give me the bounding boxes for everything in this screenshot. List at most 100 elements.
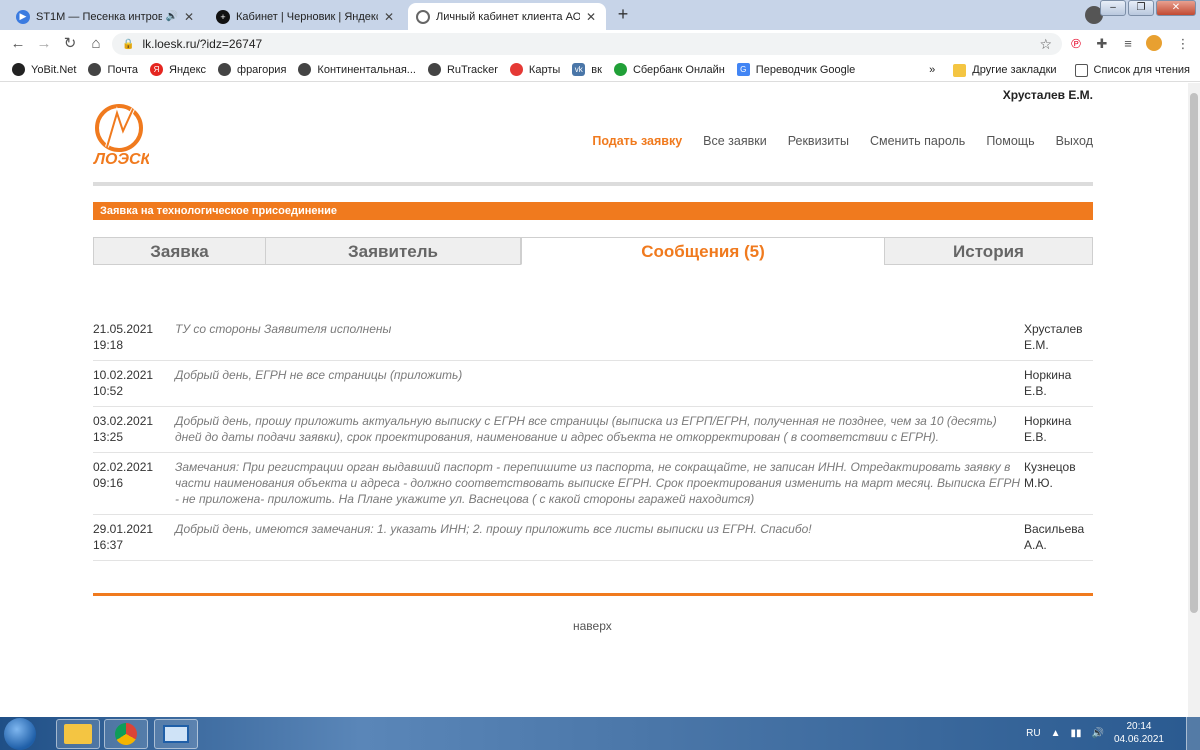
plus-circle-icon: +: [216, 9, 230, 24]
message-row: 02.02.2021 09:16 Замечания: При регистра…: [93, 453, 1093, 515]
tab-messages[interactable]: Сообщения (5): [521, 237, 885, 265]
bookmark-label: Карты: [528, 63, 561, 76]
network-icon[interactable]: ▮▮: [1070, 728, 1081, 739]
message-time: 16:37: [93, 538, 124, 552]
author-lastname: Кузнецов: [1024, 460, 1076, 474]
speaker-icon[interactable]: 🔊: [166, 11, 178, 22]
bookmark-yandex[interactable]: Я Яндекс: [150, 63, 206, 76]
forward-arrow-icon[interactable]: →: [34, 34, 54, 54]
map-pin-icon: [509, 63, 523, 76]
author-lastname: Васильева: [1024, 522, 1085, 536]
maximize-icon[interactable]: ❐: [1128, 0, 1154, 16]
bookmarks-overflow-icon[interactable]: »: [929, 64, 935, 76]
windows-taskbar: RU ▲ ▮▮ 🔊 20:14 04.06.2021: [0, 717, 1200, 750]
home-icon[interactable]: ⌂: [86, 34, 106, 54]
language-indicator[interactable]: RU: [1026, 728, 1040, 739]
message-datetime: 21.05.2021 19:18: [93, 321, 175, 353]
address-text: lk.loesk.ru/?idz=26747: [142, 37, 263, 51]
reload-icon[interactable]: ↻: [60, 34, 80, 54]
message-time: 19:18: [93, 338, 124, 352]
message-row: 03.02.2021 13:25 Добрый день, прошу прил…: [93, 407, 1093, 453]
globe-icon: [427, 63, 441, 76]
browser-tab-3[interactable]: Личный кабинет клиента АО "Л ✕: [408, 3, 606, 30]
clock[interactable]: 20:14 04.06.2021: [1114, 720, 1164, 746]
bookmark-continental[interactable]: Континентальная...: [298, 63, 416, 76]
tab-history[interactable]: История: [884, 237, 1093, 265]
bookmark-other[interactable]: Другие закладки: [953, 63, 1057, 77]
bookmark-yobit[interactable]: YoBit.Net: [12, 63, 76, 76]
nav-change-password[interactable]: Сменить пароль: [870, 134, 965, 148]
message-author: Кузнецов М.Ю.: [1024, 459, 1093, 507]
tab-request[interactable]: Заявка: [93, 237, 266, 265]
address-bar[interactable]: 🔒 lk.loesk.ru/?idz=26747 ☆: [112, 33, 1062, 55]
message-datetime: 29.01.2021 16:37: [93, 521, 175, 553]
bookmark-pochta[interactable]: Почта: [88, 63, 138, 76]
message-text: ТУ со стороны Заявителя исполнены: [175, 322, 392, 336]
media-queue-icon[interactable]: ≡: [1119, 35, 1137, 53]
page-scrollbar[interactable]: [1188, 83, 1200, 717]
bookmark-maps[interactable]: Карты: [509, 63, 561, 76]
tray-arrow-icon[interactable]: ▲: [1051, 728, 1061, 739]
minimize-icon[interactable]: –: [1100, 0, 1126, 16]
request-tabs: Заявка Заявитель Сообщения (5) История: [93, 237, 1093, 265]
message-time: 09:16: [93, 476, 124, 490]
tab-applicant[interactable]: Заявитель: [265, 237, 521, 265]
message-date: 02.02.2021: [93, 460, 154, 474]
vk-icon: vk: [572, 63, 586, 76]
scrollbar-thumb[interactable]: [1190, 93, 1198, 613]
window-taskbar-icon[interactable]: [154, 719, 198, 749]
window-close-icon[interactable]: ✕: [1156, 0, 1196, 16]
section-title-bar: Заявка на технологическое присоединение: [93, 202, 1093, 220]
close-tab-icon[interactable]: ✕: [182, 10, 196, 24]
close-tab-icon[interactable]: ✕: [584, 10, 598, 24]
profile-avatar-icon[interactable]: [1145, 35, 1163, 53]
nav-submit-request[interactable]: Подать заявку: [592, 134, 682, 148]
new-tab-button[interactable]: +: [612, 4, 634, 26]
page-viewport: Хрусталев Е.М. ЛОЭСК Подать заявку Все з…: [0, 83, 1188, 717]
volume-icon[interactable]: 🔊: [1091, 728, 1103, 739]
bookmark-label: YoBit.Net: [31, 63, 77, 76]
bookmark-icon: [12, 63, 25, 76]
author-lastname: Норкина: [1024, 368, 1072, 382]
translate-icon: G: [736, 63, 750, 76]
author-initials: Е.М.: [1024, 338, 1049, 352]
message-date: 10.02.2021: [93, 368, 154, 382]
pinterest-icon[interactable]: ℗: [1067, 35, 1085, 53]
bookmark-label: Другие закладки: [972, 64, 1057, 76]
close-tab-icon[interactable]: ✕: [382, 10, 396, 24]
explorer-taskbar-icon[interactable]: [56, 719, 100, 749]
loesk-logo[interactable]: ЛОЭСК: [93, 101, 151, 169]
nav-all-requests[interactable]: Все заявки: [703, 134, 767, 148]
clock-time: 20:14: [1126, 721, 1152, 732]
globe-icon: [88, 63, 102, 76]
window-controls: – ❐ ✕: [1100, 0, 1196, 16]
to-top-link[interactable]: наверх: [573, 619, 612, 633]
bookmark-translate[interactable]: G Переводчик Google: [736, 63, 855, 76]
system-tray: RU ▲ ▮▮ 🔊 20:14 04.06.2021: [1026, 720, 1164, 746]
start-button[interactable]: [4, 718, 36, 750]
bookmark-label: вк: [591, 63, 602, 76]
author-lastname: Хрусталев: [1024, 322, 1083, 336]
bookmark-sberbank[interactable]: Сбербанк Онлайн: [613, 63, 725, 76]
nav-logout[interactable]: Выход: [1056, 134, 1093, 148]
message-author: Васильева А.А.: [1024, 521, 1093, 553]
nav-requisites[interactable]: Реквизиты: [788, 134, 849, 148]
bookmark-vk[interactable]: vk вк: [572, 63, 602, 76]
back-arrow-icon[interactable]: ←: [8, 34, 28, 54]
logo-text: ЛОЭСК: [93, 151, 149, 168]
nav-help[interactable]: Помощь: [986, 134, 1034, 148]
bookmark-reading-list[interactable]: Список для чтения: [1074, 63, 1190, 77]
browser-tab-title: Личный кабинет клиента АО "Л: [436, 10, 580, 23]
top-navigation: Подать заявку Все заявки Реквизиты Смени…: [592, 134, 1093, 148]
show-desktop-button[interactable]: [1186, 717, 1200, 750]
bookmark-fragoria[interactable]: фрагория: [218, 63, 286, 76]
message-author: Хрусталев Е.М.: [1024, 321, 1093, 353]
bookmark-star-icon[interactable]: ☆: [1039, 36, 1052, 53]
lock-icon[interactable]: 🔒: [122, 39, 134, 50]
chrome-taskbar-icon[interactable]: [104, 719, 148, 749]
extensions-icon[interactable]: ✚: [1093, 35, 1111, 53]
menu-dots-icon[interactable]: ⋮: [1174, 35, 1192, 53]
browser-tab-2[interactable]: + Кабинет | Черновик | Яндекс Дз ✕: [208, 3, 404, 30]
bookmark-rutracker[interactable]: RuTracker: [427, 63, 498, 76]
browser-tab-1[interactable]: ▶ ST1M — Песенка интровер 🔊 ✕: [8, 3, 204, 30]
